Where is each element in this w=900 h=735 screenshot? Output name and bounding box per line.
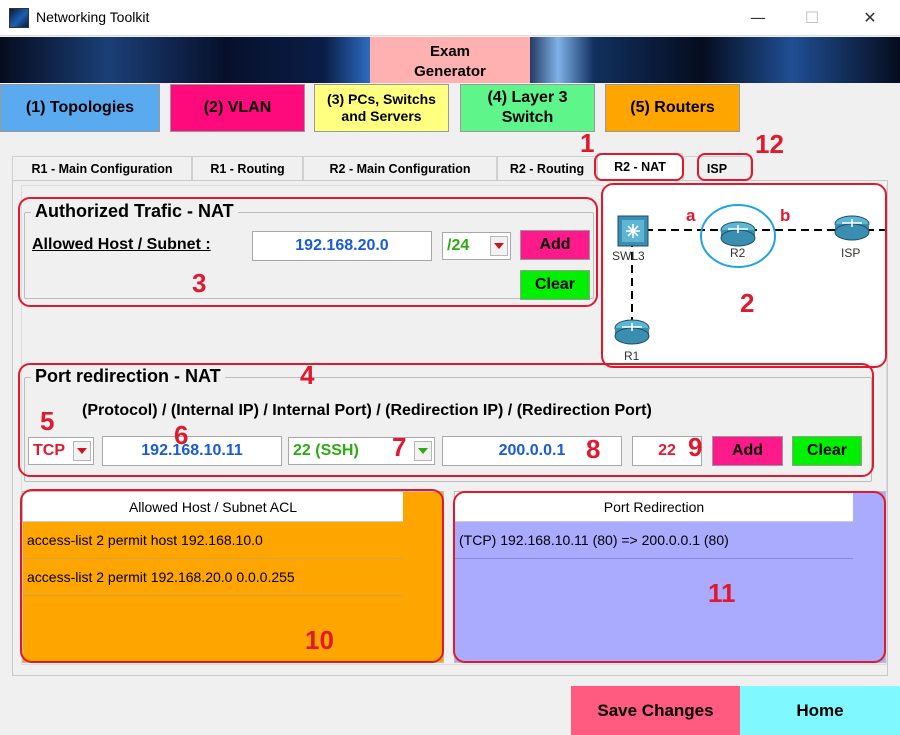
subnet-mask-value: /24 — [447, 237, 470, 254]
router-icon-r1 — [614, 319, 650, 345]
tab-isp[interactable]: ISP — [683, 156, 751, 180]
exam-label-line1: Exam — [429, 43, 471, 60]
routers-button[interactable]: (5) Routers — [605, 84, 740, 132]
port-redirection-header: (Protocol) / (Internal IP) / Internal Po… — [82, 402, 652, 419]
layer3-label-line2: Switch — [501, 109, 554, 126]
home-button[interactable]: Home — [740, 686, 900, 735]
port-redirection-list-header: Port Redirection — [455, 492, 853, 522]
internal-port-select[interactable]: 22 (SSH) — [288, 437, 435, 465]
tab-r2-routing[interactable]: R2 - Routing — [497, 156, 597, 180]
clear-host-button[interactable]: Clear — [520, 270, 590, 300]
annotation-label-5: 5 — [40, 406, 55, 436]
pcs-label-line1: (3) PCs, Switchs — [327, 91, 436, 107]
protocol-value: TCP — [33, 442, 65, 459]
annotation-label-1: 1 — [580, 128, 595, 158]
node-swl3-label: SWL3 — [612, 249, 645, 263]
app-window: Networking Toolkit — ☐ ✕ Exam Generator … — [0, 0, 900, 735]
vlan-button[interactable]: (2) VLAN — [170, 84, 305, 132]
window-title: Networking Toolkit — [36, 9, 150, 25]
topology-diagram: SWL3 R2 ISP R1 a b — [604, 184, 886, 364]
tab-r1-routing[interactable]: R1 - Routing — [192, 156, 303, 180]
minimize-button[interactable]: — — [738, 4, 778, 32]
annotation-label-8: 8 — [586, 434, 601, 464]
tab-r2-main-configuration[interactable]: R2 - Main Configuration — [303, 156, 497, 180]
app-icon — [9, 8, 29, 28]
chevron-down-icon — [414, 441, 432, 461]
annotation-label-11: 11 — [708, 578, 736, 608]
annotation-label-6: 6 — [174, 420, 189, 450]
add-redirection-button[interactable]: Add — [712, 436, 783, 466]
annotation-label-7: 7 — [392, 432, 407, 462]
list-item[interactable]: access-list 2 permit host 192.168.10.0 — [23, 522, 403, 559]
title-bar: Networking Toolkit — ☐ ✕ — [0, 0, 900, 36]
internal-ip-input[interactable]: 192.168.10.11 — [102, 436, 282, 466]
annotation-label-3: 3 — [192, 268, 207, 298]
port-redirection-title: Port redirection - NAT — [31, 366, 225, 387]
acl-list[interactable]: Allowed Host / Subnet ACL access-list 2 … — [22, 491, 444, 663]
acl-list-header: Allowed Host / Subnet ACL — [23, 492, 403, 522]
annotation-label-2: 2 — [740, 288, 755, 318]
node-r1-label: R1 — [624, 349, 640, 363]
annotation-label-12: 12 — [755, 129, 784, 159]
maximize-button[interactable]: ☐ — [792, 4, 832, 32]
protocol-select[interactable]: TCP — [28, 437, 94, 465]
tab-r1-main-configuration[interactable]: R1 - Main Configuration — [12, 156, 192, 180]
allowed-host-label: Allowed Host / Subnet : — [32, 236, 211, 253]
pcs-switches-servers-button[interactable]: (3) PCs, Switchs and Servers — [314, 84, 449, 132]
annotation-label-10: 10 — [305, 625, 334, 655]
router-icon-r2 — [720, 221, 756, 247]
close-button[interactable]: ✕ — [850, 4, 890, 32]
annotation-label-4: 4 — [300, 360, 315, 390]
internal-port-value: 22 (SSH) — [293, 442, 359, 459]
node-r2-label: R2 — [730, 246, 746, 260]
layer3-label-line1: (4) Layer 3 — [487, 89, 568, 106]
exam-label-line2: Generator — [414, 63, 486, 80]
list-item[interactable]: access-list 2 permit 192.168.20.0 0.0.0.… — [23, 559, 403, 596]
annotation-label-9: 9 — [688, 432, 703, 462]
pcs-label-line2: and Servers — [341, 108, 422, 124]
topologies-button[interactable]: (1) Topologies — [0, 84, 160, 132]
tab-r2-nat[interactable]: R2 - NAT — [597, 153, 683, 180]
link-b-label: b — [780, 206, 790, 225]
link-a-label: a — [686, 206, 696, 225]
router-icon-isp — [834, 215, 870, 241]
chevron-down-icon — [73, 441, 91, 461]
add-host-button[interactable]: Add — [520, 230, 590, 260]
node-isp-label: ISP — [841, 246, 860, 260]
port-redirection-group: Port redirection - NAT — [24, 366, 872, 482]
subnet-mask-select[interactable]: /24 — [442, 232, 511, 260]
authorized-traffic-title: Authorized Trafic - NAT — [31, 201, 238, 222]
port-redirection-list[interactable]: Port Redirection (TCP) 192.168.10.11 (80… — [454, 491, 886, 663]
layer3-switch-button[interactable]: (4) Layer 3 Switch — [460, 84, 595, 132]
clear-redirection-button[interactable]: Clear — [792, 436, 862, 466]
list-item[interactable]: (TCP) 192.168.10.11 (80) => 200.0.0.1 (8… — [455, 522, 853, 559]
chevron-down-icon — [490, 236, 508, 256]
allowed-host-input[interactable]: 192.168.20.0 — [252, 231, 432, 261]
switch-icon — [617, 215, 649, 247]
exam-generator-button[interactable]: Exam Generator — [370, 37, 530, 83]
save-changes-button[interactable]: Save Changes — [571, 686, 740, 735]
